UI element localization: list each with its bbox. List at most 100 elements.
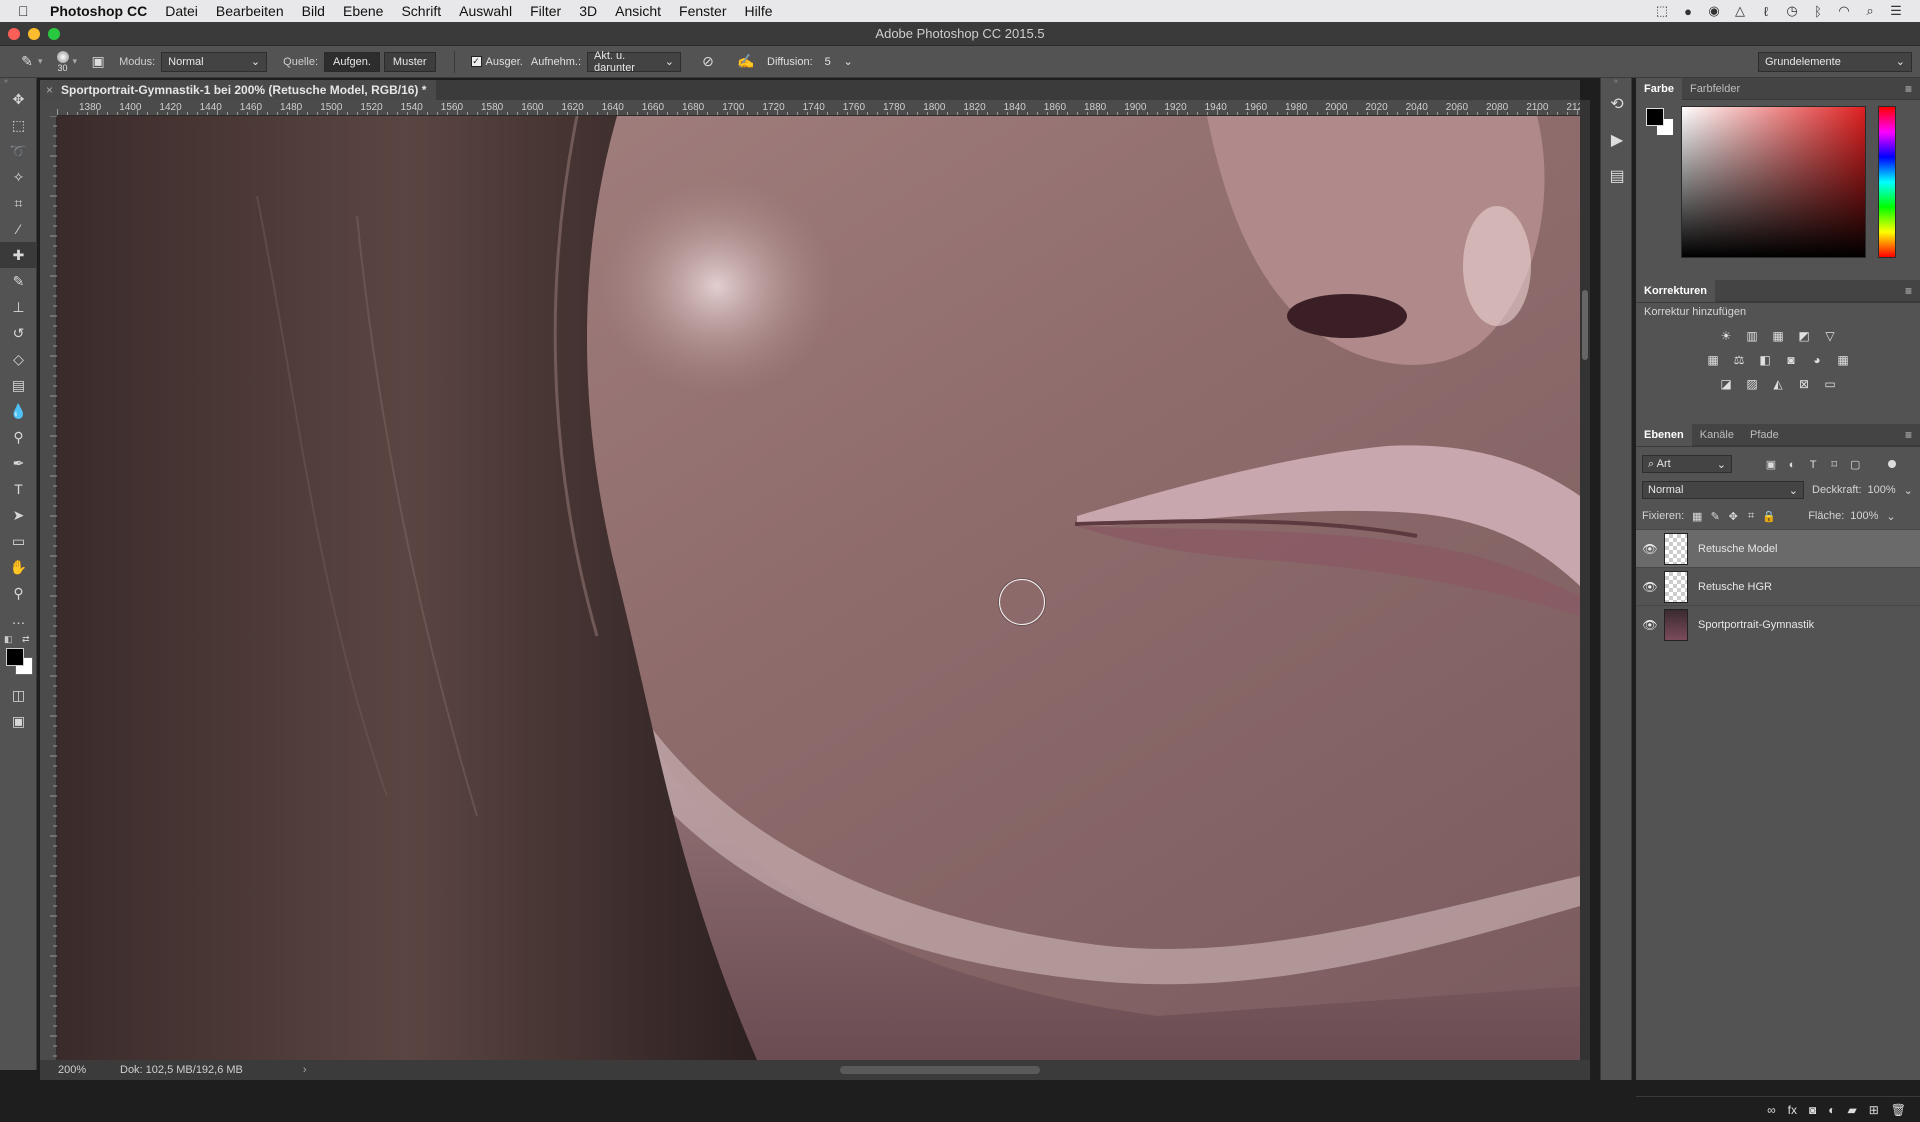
fill-value[interactable]: 100% (1850, 510, 1878, 522)
lock-all-icon[interactable]: 🔒 (1760, 510, 1778, 523)
status-menu-arrow-icon[interactable]: › (303, 1064, 307, 1076)
color-lookup-icon[interactable]: ▦ (1834, 351, 1852, 369)
lock-artboard-icon[interactable]: ⌗ (1742, 510, 1760, 523)
foreground-color-swatch[interactable] (6, 648, 24, 666)
aligned-checkbox[interactable]: ✓ (470, 56, 482, 67)
posterize-icon[interactable]: ▨ (1743, 375, 1761, 393)
clone-source-panel-icon[interactable]: ▣ (87, 51, 109, 73)
layer-row-retusche-hgr[interactable]: 👁 Retusche HGR (1636, 567, 1920, 605)
selective-color-icon[interactable]: ⊠ (1795, 375, 1813, 393)
lock-image-icon[interactable]: ✎ (1706, 510, 1724, 523)
vertical-scrollbar[interactable] (1580, 100, 1590, 1060)
visibility-eye-icon[interactable]: 👁 (1636, 618, 1664, 632)
close-tab-icon[interactable]: × (46, 83, 53, 97)
tab-pfade[interactable]: Pfade (1742, 424, 1787, 446)
source-pattern-button[interactable]: Muster (383, 51, 436, 72)
gradient-tool-icon[interactable]: ▤ (0, 372, 37, 398)
filter-type-icon[interactable]: T (1804, 459, 1822, 471)
dropbox-icon[interactable]: ⬚ (1654, 3, 1670, 19)
filter-shape-icon[interactable]: ⌑ (1825, 458, 1843, 471)
path-selection-tool-icon[interactable]: ➤ (0, 502, 37, 528)
quick-selection-tool-icon[interactable]: ✧ (0, 164, 37, 190)
horizontal-ruler[interactable]: 1380 1400 1420 1440 1460 1480 1500 1520 1540 1560… (57, 100, 1580, 116)
type-tool-icon[interactable]: T (0, 476, 37, 502)
exposure-icon[interactable]: ◩ (1795, 327, 1813, 345)
ignore-adjustment-layers-icon[interactable]: ⊘ (697, 51, 719, 73)
panel-collapse-icon[interactable]: « (1601, 78, 1631, 86)
filter-toggle[interactable] (1888, 460, 1897, 468)
zoom-tool-icon[interactable]: ⚲ (0, 580, 37, 606)
channel-mixer-icon[interactable]: ◕ (1808, 351, 1826, 369)
visibility-eye-icon[interactable]: 👁 (1636, 542, 1664, 556)
drive-icon[interactable]: △ (1732, 3, 1748, 19)
script-icon[interactable]: ℓ (1758, 4, 1774, 19)
lock-position-icon[interactable]: ✥ (1724, 510, 1742, 523)
levels-icon[interactable]: ▥ (1743, 327, 1761, 345)
opacity-value[interactable]: 100% (1868, 484, 1896, 496)
menu-auswahl[interactable]: Auswahl (459, 3, 512, 19)
marquee-tool-icon[interactable]: ⬚ (0, 112, 37, 138)
new-group-folder-icon[interactable]: ▰ (1847, 1103, 1856, 1117)
link-layers-icon[interactable]: ∞ (1767, 1103, 1776, 1117)
rectangle-tool-icon[interactable]: ▭ (0, 528, 37, 554)
time-machine-icon[interactable]: ◷ (1784, 3, 1800, 19)
edit-toolbar-icon[interactable]: … (0, 606, 37, 632)
panel-collapse-icon[interactable]: » (0, 78, 36, 86)
new-adjustment-layer-icon[interactable]: ◐ (1828, 1103, 1835, 1117)
crop-tool-icon[interactable]: ⌗ (0, 190, 37, 216)
spotlight-search-icon[interactable]: ⌕ (1862, 3, 1878, 19)
notification-center-icon[interactable]: ☰ (1888, 3, 1904, 19)
gradient-map-triangle-icon[interactable]: ▽ (1821, 327, 1839, 345)
lasso-tool-icon[interactable]: ➰ (0, 138, 37, 164)
menu-bearbeiten[interactable]: Bearbeiten (216, 3, 284, 19)
horizontal-scroll-thumb[interactable] (840, 1066, 1040, 1074)
sample-select[interactable]: Akt. u. darunter ⌄ (587, 50, 681, 74)
menu-3d[interactable]: 3D (579, 3, 597, 19)
filter-pixel-icon[interactable]: ▣ (1762, 458, 1780, 471)
hue-slider[interactable] (1878, 106, 1896, 258)
brightness-contrast-icon[interactable]: ☀ (1717, 327, 1735, 345)
wifi-icon[interactable]: ◠ (1836, 3, 1852, 19)
default-colors-icon[interactable]: ◧ (4, 634, 13, 645)
menu-ansicht[interactable]: Ansicht (615, 3, 661, 19)
workspace-select[interactable]: Grundelemente ⌄ (1758, 51, 1912, 72)
new-layer-icon[interactable]: ⊞ (1869, 1103, 1879, 1117)
panel-menu-icon[interactable]: ≡ (1905, 284, 1912, 298)
app-menu[interactable]: Photoshop CC (50, 3, 147, 19)
lock-transparent-icon[interactable]: ▦ (1688, 510, 1706, 523)
eraser-tool-icon[interactable]: ◇ (0, 346, 37, 372)
source-sampled-button[interactable]: Aufgen. (324, 51, 380, 72)
tab-kanaele[interactable]: Kanäle (1692, 424, 1742, 446)
pen-tool-icon[interactable]: ✒ (0, 450, 37, 476)
panel-menu-icon[interactable]: ≡ (1905, 428, 1912, 442)
chevron-down-icon[interactable]: ⌄ (1904, 484, 1913, 497)
chevron-down-icon[interactable]: ⌄ (1886, 510, 1895, 523)
tab-farbfelder[interactable]: Farbfelder (1682, 78, 1748, 100)
tool-preset-chevron-icon[interactable]: ▾ (38, 56, 43, 67)
eyedropper-tool-icon[interactable]: ⁄ (0, 216, 37, 242)
tab-korrekturen[interactable]: Korrekturen (1636, 279, 1715, 302)
blur-tool-icon[interactable]: 💧 (0, 398, 37, 424)
apple-menu-icon[interactable]:  (18, 3, 38, 19)
history-panel-icon[interactable]: ⟲ (1601, 86, 1633, 122)
brush-chevron-icon[interactable]: ▾ (73, 56, 78, 67)
hue-saturation-icon[interactable]: ⚖ (1730, 351, 1748, 369)
document-canvas[interactable] (57, 116, 1580, 1060)
dodge-tool-icon[interactable]: ⚲ (0, 424, 37, 450)
quick-mask-icon[interactable]: ◫ (0, 682, 37, 708)
panel-menu-icon[interactable]: ≡ (1905, 82, 1912, 96)
vertical-ruler[interactable] (40, 115, 57, 1060)
scroll-thumb[interactable] (1582, 290, 1588, 360)
zoom-level[interactable]: 200% (40, 1064, 100, 1076)
menu-ebene[interactable]: Ebene (343, 3, 383, 19)
blend-mode-select[interactable]: Normal ⌄ (1642, 481, 1804, 499)
pressure-size-icon[interactable]: ✍ (735, 51, 757, 73)
modus-select[interactable]: Normal ⌄ (161, 51, 268, 72)
diffusion-select[interactable]: 5 ⌄ (819, 52, 859, 72)
actions-panel-icon[interactable]: ▶ (1601, 122, 1633, 158)
foreground-color-swatch[interactable] (1646, 108, 1664, 126)
layer-filter-select[interactable]: ⌕ Art ⌄ (1642, 455, 1732, 473)
tab-farbe[interactable]: Farbe (1636, 77, 1682, 100)
curves-icon[interactable]: ▦ (1769, 327, 1787, 345)
layer-row-sportportrait[interactable]: 👁 Sportportrait-Gymnastik (1636, 605, 1920, 643)
